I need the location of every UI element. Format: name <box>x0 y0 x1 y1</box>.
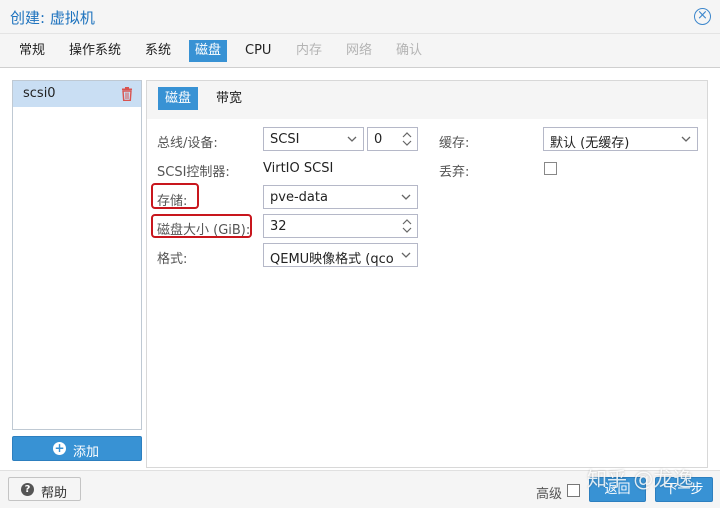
cache-label: 缓存: <box>439 136 470 151</box>
chevron-down-icon <box>401 252 411 258</box>
add-disk-label: 添加 <box>73 445 100 460</box>
bus-device-label: 总线/设备: <box>157 136 218 151</box>
advanced-label: 高级 <box>536 487 563 502</box>
disk-settings-panel: 磁盘 带宽 总线/设备: SCSI 0 SCSI控制器: VirtIO SCSI… <box>146 80 708 468</box>
disk-size-stepper[interactable]: 32 <box>263 214 418 238</box>
tab-general[interactable]: 常规 <box>13 40 51 62</box>
chevron-down-icon <box>401 194 411 200</box>
storage-select[interactable]: pve-data <box>263 185 418 209</box>
disk-size-highlight-box <box>151 214 252 238</box>
format-select[interactable]: QEMU映像格式 (qco <box>263 243 418 267</box>
device-number-value: 0 <box>374 132 383 147</box>
plus-circle-icon: + <box>53 441 66 455</box>
subtab-bandwidth[interactable]: 带宽 <box>209 87 249 110</box>
question-circle-icon: ? <box>21 483 34 496</box>
storage-highlight-box <box>151 183 199 209</box>
tab-network: 网络 <box>346 43 373 58</box>
chevron-down-icon <box>347 136 357 142</box>
bus-select-value: SCSI <box>270 132 300 147</box>
spinner-arrows-icon[interactable] <box>402 129 412 149</box>
trash-icon[interactable] <box>121 87 133 101</box>
help-button[interactable]: ? 帮助 <box>8 477 81 501</box>
format-label: 格式: <box>157 252 188 267</box>
tab-cpu[interactable]: CPU <box>239 40 277 62</box>
scsi-controller-label: SCSI控制器: <box>157 165 230 180</box>
format-select-value: QEMU映像格式 (qco <box>270 252 394 267</box>
device-number-stepper[interactable]: 0 <box>367 127 418 151</box>
advanced-checkbox[interactable] <box>567 484 580 497</box>
disk-list-item-label: scsi0 <box>23 86 56 101</box>
subtab-disk[interactable]: 磁盘 <box>158 87 199 110</box>
bus-select[interactable]: SCSI <box>263 127 364 151</box>
disk-list: scsi0 <box>12 80 142 430</box>
storage-select-value: pve-data <box>270 190 328 205</box>
disk-size-value: 32 <box>270 219 287 234</box>
spinner-arrows-icon[interactable] <box>402 216 412 236</box>
chevron-down-icon <box>681 136 691 142</box>
title-bar: 创建: 虚拟机 × <box>0 0 720 34</box>
discard-checkbox[interactable] <box>544 162 557 175</box>
tab-confirm: 确认 <box>396 43 423 58</box>
help-button-label: 帮助 <box>41 486 68 501</box>
window-title: 创建: 虚拟机 <box>10 9 95 27</box>
disk-subtab-bar: 磁盘 带宽 <box>147 81 707 119</box>
watermark-text: 知乎 @龙逸 <box>587 467 694 491</box>
disk-list-item[interactable]: scsi0 <box>13 81 141 107</box>
add-disk-button[interactable]: + 添加 <box>12 436 142 461</box>
close-icon[interactable]: × <box>694 8 711 25</box>
cache-select[interactable]: 默认 (无缓存) <box>543 127 698 151</box>
cache-select-value: 默认 (无缓存) <box>550 136 630 151</box>
tab-memory: 内存 <box>296 43 323 58</box>
tab-disk[interactable]: 磁盘 <box>189 40 228 62</box>
tab-os[interactable]: 操作系统 <box>63 40 127 62</box>
wizard-tab-bar: 常规 操作系统 系统 磁盘 CPU 内存 网络 确认 <box>0 34 720 68</box>
tab-system[interactable]: 系统 <box>139 40 177 62</box>
scsi-controller-value: VirtIO SCSI <box>263 161 334 176</box>
discard-label: 丢弃: <box>439 165 470 180</box>
